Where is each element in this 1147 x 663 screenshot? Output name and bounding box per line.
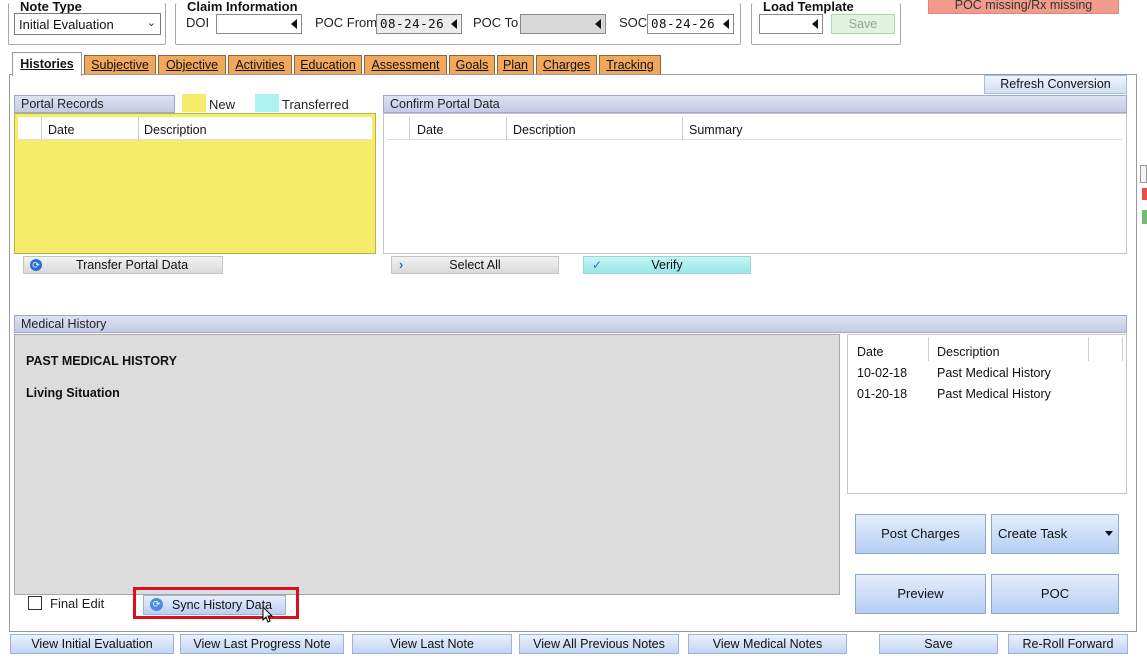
note-type-value: Initial Evaluation xyxy=(19,17,114,32)
medical-history-text-area[interactable]: PAST MEDICAL HISTORY Living Situation xyxy=(14,334,840,595)
poc-from-label: POC From xyxy=(315,15,378,30)
save-button[interactable]: Save xyxy=(879,634,998,654)
tab-charges[interactable]: Charges xyxy=(536,55,597,75)
refresh-conversion-button[interactable]: Refresh Conversion xyxy=(984,75,1127,94)
chevron-right-icon: › xyxy=(399,257,404,272)
tab-goals[interactable]: Goals xyxy=(449,55,495,75)
new-legend-swatch xyxy=(182,94,206,112)
verify-button[interactable]: ✓ Verify xyxy=(583,256,751,274)
sync-highlight-frame xyxy=(133,587,299,619)
tab-assessment[interactable]: Assessment xyxy=(364,55,447,75)
confirm-portal-data-header: Confirm Portal Data xyxy=(383,95,1127,113)
final-edit-label: Final Edit xyxy=(50,596,105,611)
view-last-progress-note-button[interactable]: View Last Progress Note xyxy=(180,634,344,654)
claim-information-legend: Claim Information xyxy=(184,0,301,15)
transfer-portal-data-button[interactable]: ⟳ Transfer Portal Data xyxy=(23,256,223,274)
tab-tracking[interactable]: Tracking xyxy=(599,55,661,75)
dropdown-arrow-icon xyxy=(595,19,601,29)
poc-to-label: POC To xyxy=(473,15,519,30)
list-item[interactable]: 01-20-18 Past Medical History xyxy=(850,384,1124,404)
tab-objective[interactable]: Objective xyxy=(158,55,226,75)
tab-plan[interactable]: Plan xyxy=(497,55,534,75)
column-description[interactable]: Description xyxy=(937,344,1000,360)
column-summary[interactable]: Summary xyxy=(689,122,742,138)
dropdown-arrow-icon xyxy=(451,19,457,29)
poc-to-field[interactable] xyxy=(520,14,606,34)
medical-history-header: Medical History xyxy=(14,315,1127,333)
checkmark-icon: ✓ xyxy=(592,258,603,272)
tab-histories[interactable]: Histories xyxy=(12,52,82,76)
right-edge-strip xyxy=(1140,40,1147,630)
template-save-button[interactable]: Save xyxy=(831,14,895,34)
dropdown-arrow-icon xyxy=(1105,531,1113,536)
note-type-group: Note Type Initial Evaluation ⌄ xyxy=(8,0,166,45)
column-date[interactable]: Date xyxy=(417,122,443,138)
post-charges-button[interactable]: Post Charges xyxy=(855,514,986,554)
dropdown-arrow-icon xyxy=(291,19,297,29)
tab-subjective[interactable]: Subjective xyxy=(84,55,156,75)
view-last-note-button[interactable]: View Last Note xyxy=(352,634,512,654)
soc-label: SOC xyxy=(619,15,648,30)
history-row-date: 10-02-18 xyxy=(857,366,908,380)
confirm-portal-grid[interactable]: Date Description Summary xyxy=(383,113,1127,254)
tab-activities[interactable]: Activities xyxy=(228,55,292,75)
history-row-date: 01-20-18 xyxy=(857,387,908,401)
mouse-cursor-icon xyxy=(262,605,274,624)
load-template-group: Load Template Save xyxy=(751,0,901,45)
load-template-select[interactable] xyxy=(759,14,823,34)
soc-field[interactable]: 08-24-26 xyxy=(647,14,734,34)
poc-from-field[interactable]: 08-24-26 xyxy=(376,14,462,34)
history-list-header-row: Date Description xyxy=(850,337,1124,361)
note-type-select[interactable]: Initial Evaluation ⌄ xyxy=(14,13,161,35)
new-legend-label: New xyxy=(209,97,236,112)
transferred-legend-label: Transferred xyxy=(282,97,349,112)
doi-label: DOI xyxy=(186,15,210,30)
past-medical-history-heading: PAST MEDICAL HISTORY xyxy=(26,354,177,368)
doi-field[interactable] xyxy=(216,14,302,34)
poc-missing-alert[interactable]: POC missing/Rx missing xyxy=(928,0,1119,14)
column-date[interactable]: Date xyxy=(857,344,883,360)
portal-records-header: Portal Records xyxy=(14,95,175,113)
view-all-previous-notes-button[interactable]: View All Previous Notes xyxy=(519,634,679,654)
portal-records-grid[interactable]: Date Description xyxy=(14,113,376,254)
reroll-forward-button[interactable]: Re-Roll Forward xyxy=(1008,634,1128,654)
history-row-description: Past Medical History xyxy=(937,366,1051,380)
view-initial-evaluation-button[interactable]: View Initial Evaluation xyxy=(10,634,174,654)
load-template-legend: Load Template xyxy=(760,0,857,15)
medical-history-list[interactable]: Date Description 10-02-18 Past Medical H… xyxy=(847,334,1127,494)
history-row-description: Past Medical History xyxy=(937,387,1051,401)
preview-button[interactable]: Preview xyxy=(855,574,986,614)
poc-button[interactable]: POC xyxy=(991,574,1119,614)
transferred-legend-swatch xyxy=(255,94,279,112)
dropdown-arrow-icon xyxy=(812,19,818,29)
create-task-button[interactable]: Create Task xyxy=(991,514,1119,554)
chevron-down-icon: ⌄ xyxy=(146,17,156,29)
select-all-button[interactable]: › Select All xyxy=(391,256,559,274)
list-item[interactable]: 10-02-18 Past Medical History xyxy=(850,363,1124,383)
portal-records-header-row: Date Description xyxy=(18,117,372,140)
column-description[interactable]: Description xyxy=(144,122,207,138)
column-date[interactable]: Date xyxy=(48,122,74,138)
transfer-icon: ⟳ xyxy=(30,259,42,271)
column-description[interactable]: Description xyxy=(513,122,576,138)
dropdown-arrow-icon xyxy=(723,19,729,29)
view-medical-notes-button[interactable]: View Medical Notes xyxy=(688,634,847,654)
claim-information-group: Claim Information DOI POC From 08-24-26 … xyxy=(175,0,741,45)
final-edit-checkbox[interactable] xyxy=(28,596,42,610)
living-situation-heading: Living Situation xyxy=(26,386,120,400)
tab-education[interactable]: Education xyxy=(294,55,362,75)
confirm-portal-header-row: Date Description Summary xyxy=(387,117,1123,140)
